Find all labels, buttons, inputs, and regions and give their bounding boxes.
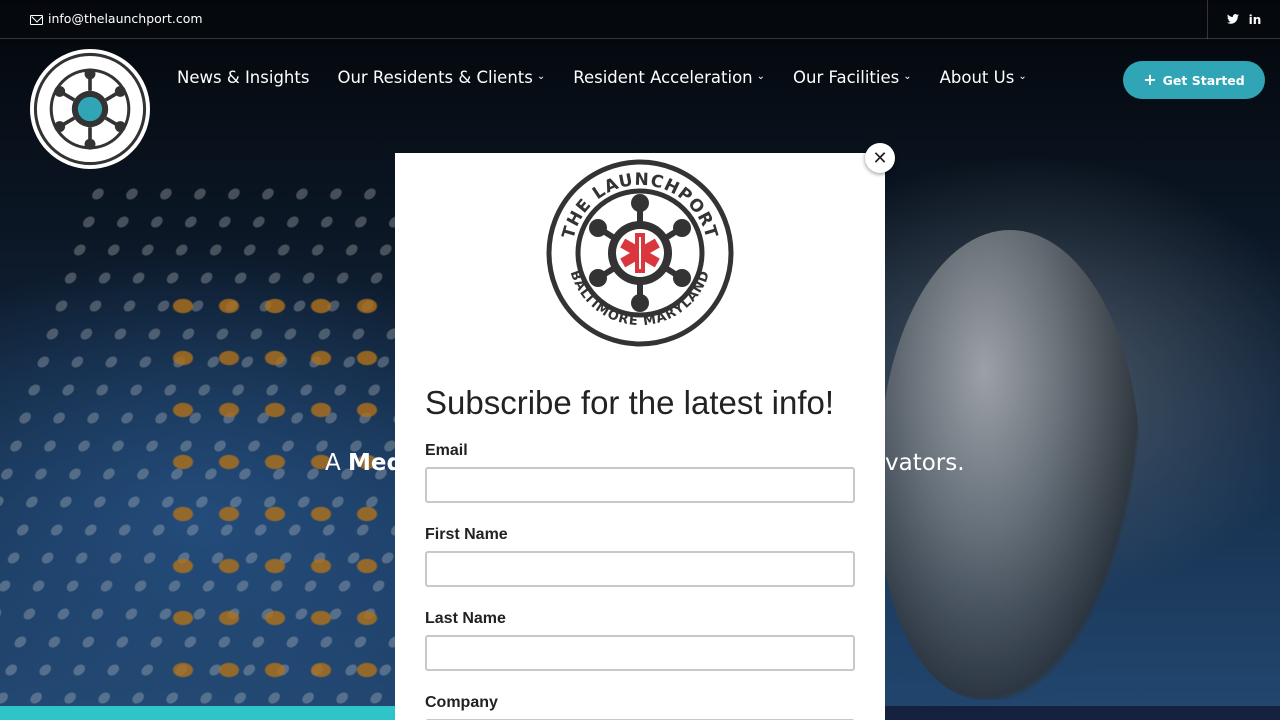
email-label: Email (425, 442, 468, 459)
main-nav: News & Insights Our Residents & Clients … (177, 68, 1055, 87)
last-name-field[interactable] (425, 635, 855, 671)
subscribe-modal: THE LAUNCHPORT BALTIMORE MARYLAND Subscr… (395, 153, 885, 720)
company-label: Company (425, 694, 498, 711)
bottom-accent-strip (0, 706, 395, 720)
chevron-down-icon: ⌄ (536, 71, 546, 82)
chevron-down-icon: ⌄ (756, 71, 766, 82)
hero-tagline-end: vators. (885, 450, 965, 476)
nav-about-us[interactable]: About Us ⌄ (940, 68, 1027, 87)
chevron-down-icon: ⌄ (1018, 71, 1027, 82)
social-links: in (1207, 0, 1280, 39)
plus-icon: + (1143, 70, 1157, 89)
first-name-label: First Name (425, 526, 508, 543)
linkedin-icon[interactable]: in (1249, 13, 1262, 27)
nav-our-facilities[interactable]: Our Facilities ⌄ (793, 68, 912, 87)
hero-tagline: A Med (325, 450, 403, 476)
first-name-field[interactable] (425, 551, 855, 587)
close-icon: ✕ (872, 147, 888, 169)
last-name-label: Last Name (425, 610, 506, 627)
launchport-logo: THE LAUNCHPORT BALTIMORE MARYLAND (546, 159, 734, 347)
get-started-button[interactable]: + Get Started (1123, 61, 1265, 99)
twitter-icon[interactable] (1226, 13, 1239, 27)
mail-icon (30, 14, 43, 25)
close-modal-button[interactable]: ✕ (865, 143, 895, 173)
email-field[interactable] (425, 467, 855, 503)
nav-residents-clients[interactable]: Our Residents & Clients ⌄ (337, 68, 545, 87)
modal-title: Subscribe for the latest info! (425, 384, 835, 421)
email-link[interactable]: info@thelaunchport.com (30, 11, 203, 26)
top-bar: info@thelaunchport.com in (0, 0, 1280, 39)
email-text: info@thelaunchport.com (48, 11, 203, 26)
nav-news-insights[interactable]: News & Insights (177, 68, 309, 87)
nav-resident-acceleration[interactable]: Resident Acceleration ⌄ (573, 68, 765, 87)
site-logo[interactable] (30, 49, 150, 169)
bottom-dark-strip (885, 706, 1280, 720)
chevron-down-icon: ⌄ (903, 71, 912, 82)
